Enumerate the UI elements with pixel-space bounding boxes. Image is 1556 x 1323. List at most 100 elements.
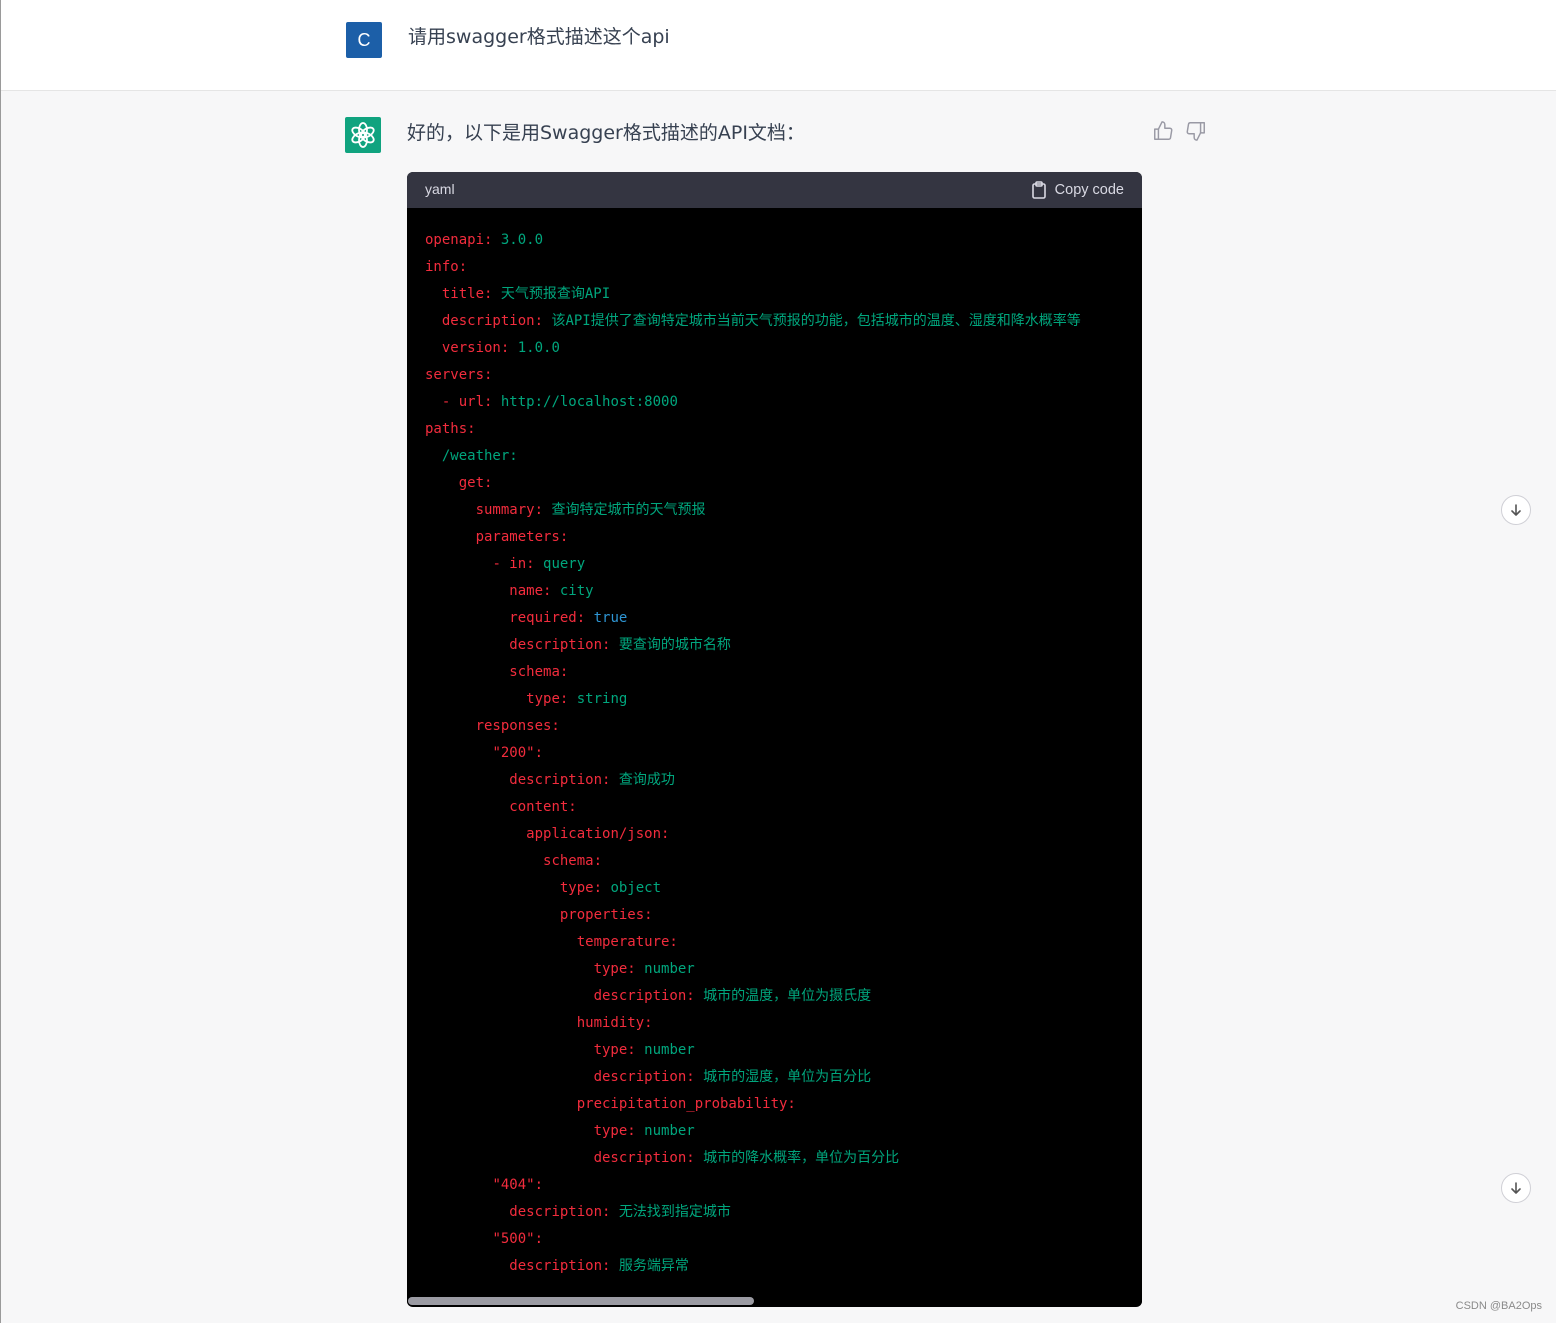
code-key: description: [441,313,544,329]
code-key: "500": [492,1231,544,1247]
code-content: openapi: 3.0.0 info: title: 天气预报查询API des… [407,208,1142,1288]
code-key: description: [509,1258,611,1274]
code-value: true [585,610,628,626]
scroll-to-bottom-button[interactable] [1501,495,1531,525]
code-line: type: string [425,689,627,709]
arrow-down-icon [1511,504,1521,516]
code-key: description: [509,637,611,653]
thumbs-down-icon [1186,122,1205,141]
code-line: properties: [425,905,653,925]
code-line: description: 无法找到指定城市 [425,1202,731,1222]
assistant-avatar [345,117,381,153]
code-key: summary: [475,502,544,518]
horizontal-scrollbar-thumb[interactable] [408,1297,754,1305]
code-key: servers: [425,367,493,383]
code-key: description: [593,988,695,1004]
code-line: "404": [425,1175,543,1195]
code-key: properties: [559,907,653,923]
arrow-down-icon [1511,1182,1521,1194]
code-value: 查询特定城市的天气预报 [543,502,706,518]
code-line: "500": [425,1229,543,1249]
code-key: application/json: [526,826,670,842]
openai-logo-icon [351,122,375,148]
code-line: temperature: [425,932,678,952]
code-line: openapi: 3.0.0 [425,230,543,250]
code-key: version: [441,340,510,356]
code-language-label: yaml [425,181,455,197]
horizontal-scrollbar[interactable] [407,1296,1142,1306]
code-value: number [635,1123,695,1139]
code-line: content: [425,797,577,817]
code-line: version: 1.0.0 [425,338,560,358]
thumbs-up-icon [1154,121,1173,140]
code-value: 该API提供了查询特定城市当前天气预报的功能，包括城市的温度、湿度和降水概率等 [543,313,1081,329]
code-line: servers: [425,365,492,385]
code-value: string [568,691,628,707]
code-key: name: [509,583,552,599]
code-value: 1.0.0 [509,340,560,356]
watermark: CSDN @BA2Ops [1455,1300,1542,1312]
code-value: query [534,556,586,572]
code-key: openapi: [425,232,493,248]
code-block: yaml Copy code openapi: 3.0.0 info: title… [407,172,1142,1307]
code-line: responses: [425,716,560,736]
code-line: parameters: [425,527,569,547]
code-value: 查询成功 [610,772,675,788]
code-line: type: number [425,959,695,979]
code-key: get: [458,475,493,491]
code-key: - url: [441,394,493,410]
code-key: humidity: [576,1015,653,1031]
code-value: number [635,961,695,977]
code-key: type: [526,691,569,707]
code-value: object [602,880,662,896]
code-key: description: [593,1069,695,1085]
code-line: precipitation_probability: [425,1094,796,1114]
code-key: "200": [492,745,544,761]
code-key: - in: [492,556,535,572]
code-key: temperature: [576,934,678,950]
code-key: parameters: [475,529,569,545]
code-line: paths: [425,419,476,439]
code-line: description: 服务端异常 [425,1256,689,1276]
code-line: - in: query [425,554,585,574]
thumbs-up-button[interactable] [1152,120,1174,142]
thumbs-down-button[interactable] [1185,120,1207,142]
copy-code-label: Copy code [1054,182,1124,198]
copy-code-button[interactable]: Copy code [1031,181,1124,199]
code-key: required: [509,610,586,626]
code-value: 3.0.0 [492,232,544,248]
code-line: type: object [425,878,661,898]
code-key: description: [593,1150,695,1166]
assistant-intro-text: 好的，以下是用Swagger格式描述的API文档： [407,122,805,144]
code-key: content: [509,799,577,815]
scroll-to-bottom-button[interactable] [1501,1173,1531,1203]
code-line: name: city [425,581,593,601]
code-line: description: 城市的温度，单位为摄氏度 [425,986,872,1006]
code-value: 城市的湿度，单位为百分比 [694,1069,872,1085]
code-line: type: number [425,1040,695,1060]
